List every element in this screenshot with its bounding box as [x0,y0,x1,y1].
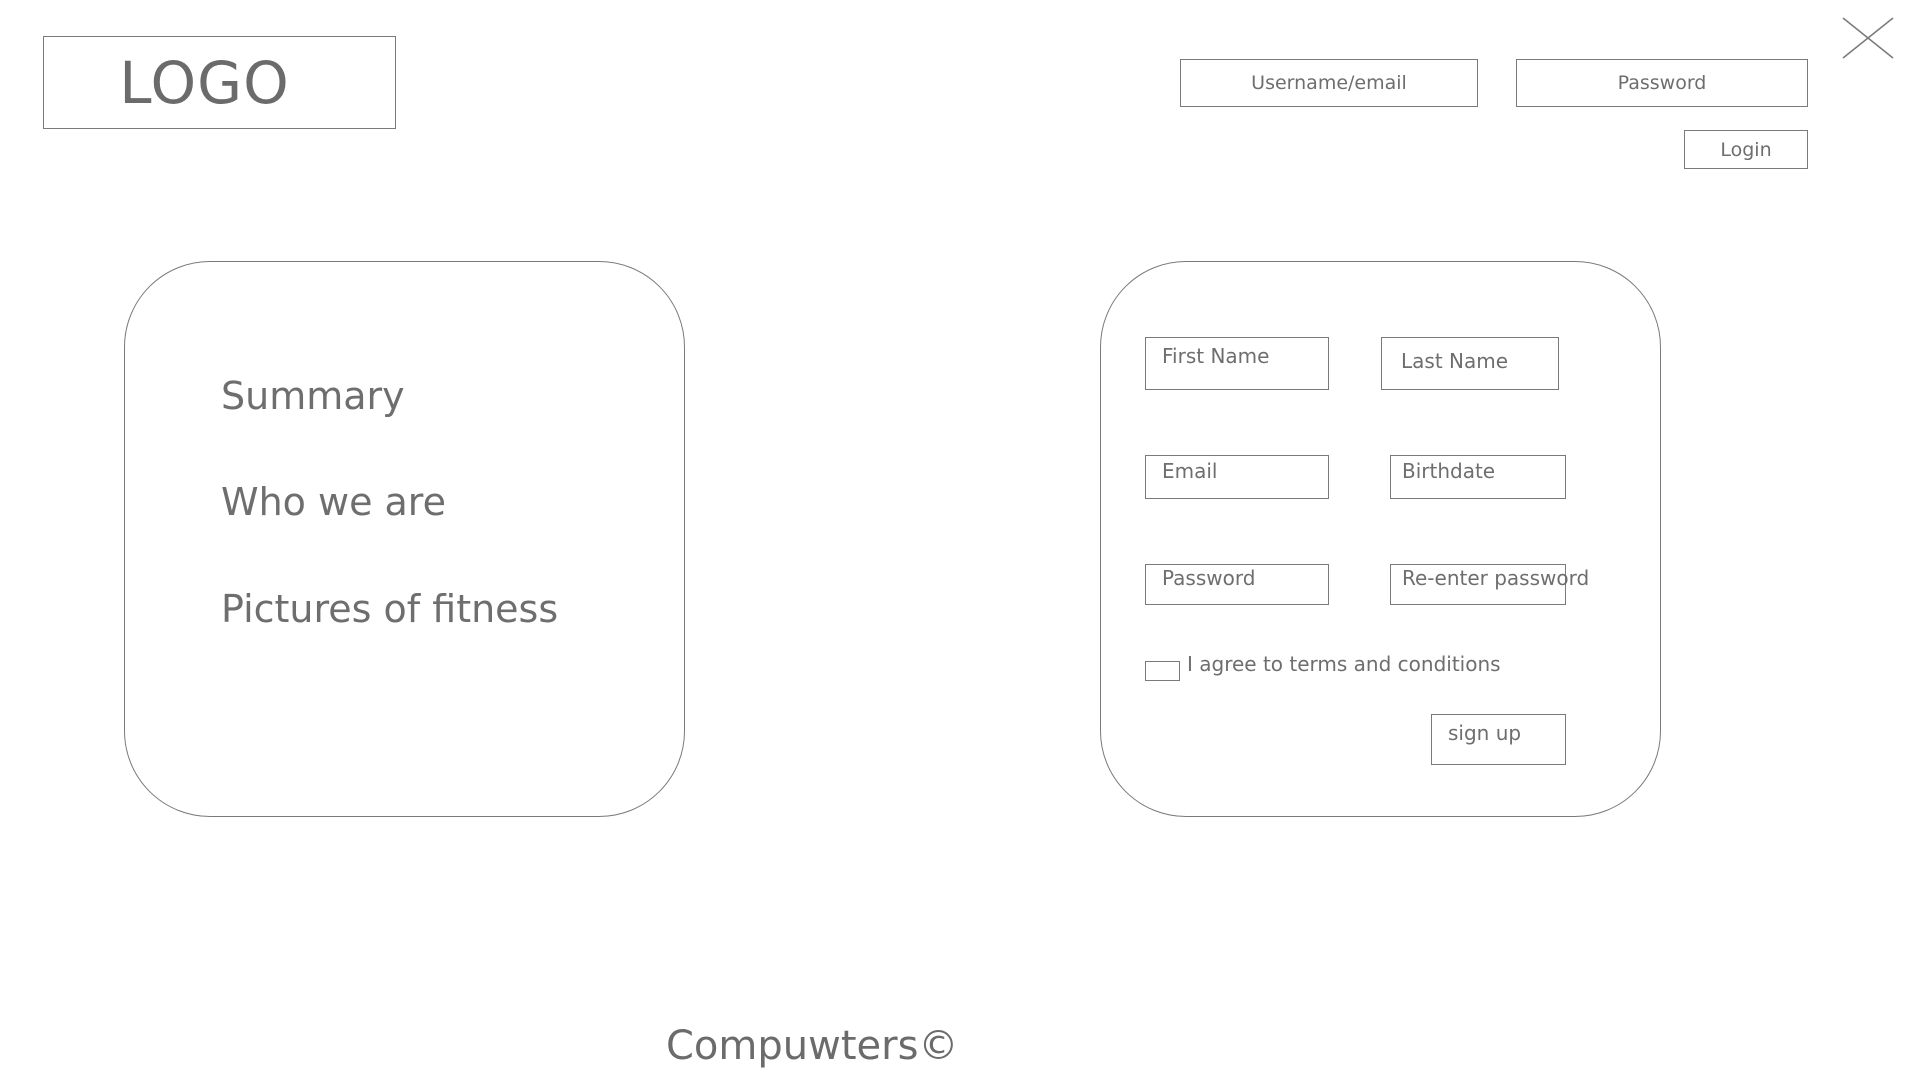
username-email-input[interactable]: Username/email [1180,59,1478,107]
header-password-placeholder: Password [1617,72,1707,94]
first-name-field[interactable]: First Name [1145,337,1329,390]
close-icon-graphic [1842,17,1894,59]
sign-up-button-label: sign up [1448,721,1522,745]
info-card: Summary Who we are Pictures of fitness [124,261,685,817]
email-placeholder: Email [1162,459,1218,483]
terms-checkbox[interactable] [1145,661,1180,681]
birthdate-placeholder: Birthdate [1402,459,1496,483]
signup-card: First Name Last Name Email Birthdate Pas… [1100,261,1661,817]
last-name-field[interactable]: Last Name [1381,337,1559,390]
birthdate-field[interactable]: Birthdate [1390,455,1566,499]
header-password-input[interactable]: Password [1516,59,1808,107]
reenter-password-placeholder: Re-enter password [1402,566,1590,590]
password-field[interactable]: Password [1145,564,1329,605]
last-name-placeholder: Last Name [1401,349,1509,373]
terms-label: I agree to terms and conditions [1187,652,1501,676]
close-icon[interactable] [1840,16,1896,60]
logo: LOGO [43,36,396,129]
login-button[interactable]: Login [1684,130,1808,169]
username-email-placeholder: Username/email [1251,72,1407,94]
footer-copyright: Compuwters© [666,1023,959,1069]
summary-link[interactable]: Summary [221,374,405,418]
pictures-of-fitness-link[interactable]: Pictures of fitness [221,587,558,631]
login-button-label: Login [1720,138,1772,161]
first-name-placeholder: First Name [1162,344,1270,368]
password-placeholder: Password [1162,566,1256,590]
email-field[interactable]: Email [1145,455,1329,499]
logo-text: LOGO [119,48,290,117]
reenter-password-field[interactable]: Re-enter password [1390,564,1589,605]
sign-up-button[interactable]: sign up [1431,714,1566,765]
who-we-are-link[interactable]: Who we are [221,480,446,524]
